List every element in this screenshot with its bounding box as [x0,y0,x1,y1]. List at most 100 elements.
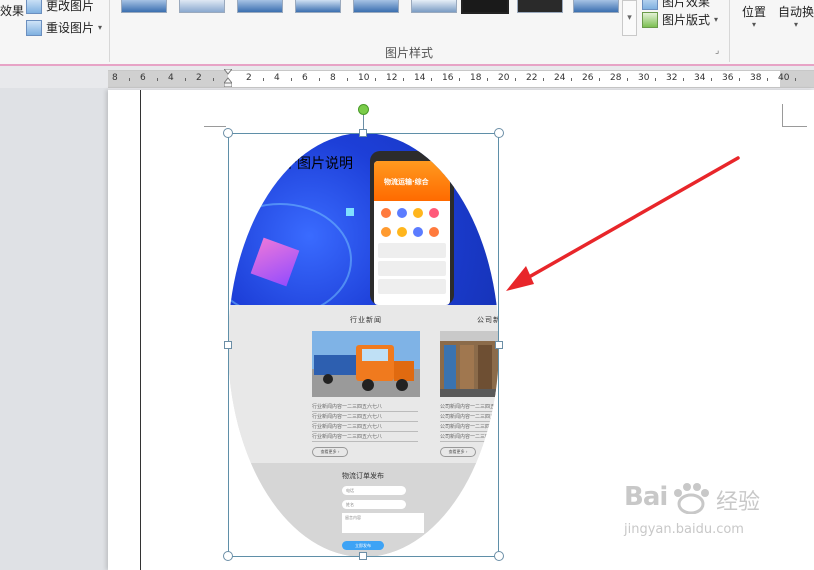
ruler-tick-mark [347,78,348,81]
ruler-tick-mark [711,78,712,81]
ruler-tick-label: 4 [274,73,280,83]
cube-decoration [346,208,354,216]
ruler-tick-mark [795,78,796,81]
app-icon [397,227,407,237]
wrap-text-button[interactable]: 自动换 ▾ [778,3,814,29]
resize-handle-top-right[interactable] [494,128,504,138]
app-icon [429,208,439,218]
list-item [378,261,446,276]
ruler-tick-label: 36 [722,73,734,83]
chevron-down-icon: ▾ [714,15,719,24]
ruler-tick-label: 2 [246,73,252,83]
style-thumb[interactable] [237,0,283,13]
phone-screen: 物流运输·综合 [374,161,450,305]
list-item [378,243,446,258]
picture-effects-button[interactable]: 图片效果 [642,0,710,10]
picture-style-gallery[interactable] [115,0,622,36]
picture-layout-button[interactable]: 图片版式 ▾ [642,11,718,28]
watermark-cn: 经验 [716,490,761,515]
reset-picture-button[interactable]: 重设图片 ▾ [26,19,102,36]
dialog-launcher-icon[interactable]: ⌟ [715,46,719,56]
baidu-watermark: Bai 经验 jingyan.baidu.com [624,482,774,552]
ruler-tick-label: 14 [414,73,426,83]
crop-mark [782,104,807,127]
change-picture-icon [26,0,42,14]
ruler-tick-mark [543,78,544,81]
ruler-tick-mark [129,78,130,81]
style-thumb[interactable] [517,0,563,13]
resize-handle-left[interactable] [224,341,232,349]
selected-picture[interactable]: 物流运输·综合 行业新闻 公司新 行业新闻内容一二三四五六七八 行业新闻内容一二… [228,133,499,557]
news-line: 公司新闻内容一二三四五 [440,414,496,422]
ruler-tick-mark [599,78,600,81]
news-line: 行业新闻内容一二三四五六七八 [312,423,418,432]
style-thumb[interactable] [121,0,167,13]
ruler-tick-mark [655,78,656,81]
group-separator [729,0,730,62]
rotate-handle[interactable] [358,104,369,115]
change-picture-button[interactable]: 更改图片 [26,0,94,14]
wrap-text-label: 自动换 [778,5,814,19]
ruler-tick-mark [627,78,628,81]
ruler-tick-label: 2 [196,73,202,83]
ruler-tick-label: 16 [442,73,454,83]
phone-field: 电话 [342,486,406,495]
watermark-brand: Bai [624,482,668,512]
page-margin-line [140,90,141,570]
ruler-tick-label: 26 [582,73,594,83]
form-title: 物流订单发布 [342,472,384,480]
resize-handle-top[interactable] [359,129,367,137]
ruler-tick-label: 40 [778,73,790,83]
app-icon [429,227,439,237]
app-icon [381,208,391,218]
document-background [0,88,108,570]
position-button[interactable]: 位置 ▾ [742,3,766,29]
horizontal-ruler[interactable]: 8 6 4 2 2 4 6 8 10 12 14 16 18 20 22 24 26 28 30 32 34 36 38 40 [108,70,814,88]
position-label: 位置 [742,5,767,19]
app-icon [413,227,423,237]
resize-handle-bottom-right[interactable] [494,551,504,561]
style-thumb[interactable] [179,0,225,13]
effects-button[interactable]: 效果 [0,2,24,19]
ruler-tick-mark [185,78,186,81]
reset-picture-label: 重设图片 [46,21,95,35]
ruler-tick-mark [739,78,740,81]
resize-handle-top-left[interactable] [223,128,233,138]
chevron-down-icon: ▾ [98,23,103,32]
effects-label: 效果 [0,4,25,18]
news-line: 公司新闻内容一二三四五 [440,434,496,442]
ruler-tick-mark [515,78,516,81]
ruler-tick-mark [487,78,488,81]
style-thumb[interactable] [353,0,399,13]
ruler-tick-mark [263,78,264,81]
ruler-tick-label: 6 [302,73,308,83]
gallery-more-button[interactable]: ▾ [622,0,637,36]
picture-caption: 这就是个图片说明 [241,156,353,172]
resize-handle-bottom-left[interactable] [223,551,233,561]
ruler-tick-label: 6 [140,73,146,83]
phone-mockup: 物流运输·综合 [370,151,454,305]
ruler-tick-label: 8 [112,73,118,83]
resize-handle-right[interactable] [495,341,503,349]
ruler-tick-mark [403,78,404,81]
phone-screen-header: 物流运输·综合 [374,161,450,201]
ruler-tick-label: 4 [168,73,174,83]
ruler-tick-label: 28 [610,73,622,83]
app-icon [413,208,423,218]
style-thumb[interactable] [411,0,457,13]
ruler-tick-label: 32 [666,73,678,83]
warehouse-photo [440,331,499,397]
style-thumb[interactable] [295,0,341,13]
ruler-tick-label: 10 [358,73,370,83]
resize-handle-bottom[interactable] [359,552,367,560]
indent-marker[interactable] [224,69,232,87]
more-button: 查看更多 › [440,447,476,457]
app-icon [397,208,407,218]
list-item [378,279,446,294]
ribbon: 效果 更改图片 重设图片 ▾ ▾ 图片效果 图片版式 ▾ 图片样式 ⌟ 位置 ▾ [0,0,814,65]
style-thumb[interactable] [461,0,509,14]
style-thumb[interactable] [573,0,619,13]
ruler-tick-mark [375,78,376,81]
picture-layout-icon [642,11,658,28]
news-line: 公司新闻内容一二三四五 [440,424,496,432]
